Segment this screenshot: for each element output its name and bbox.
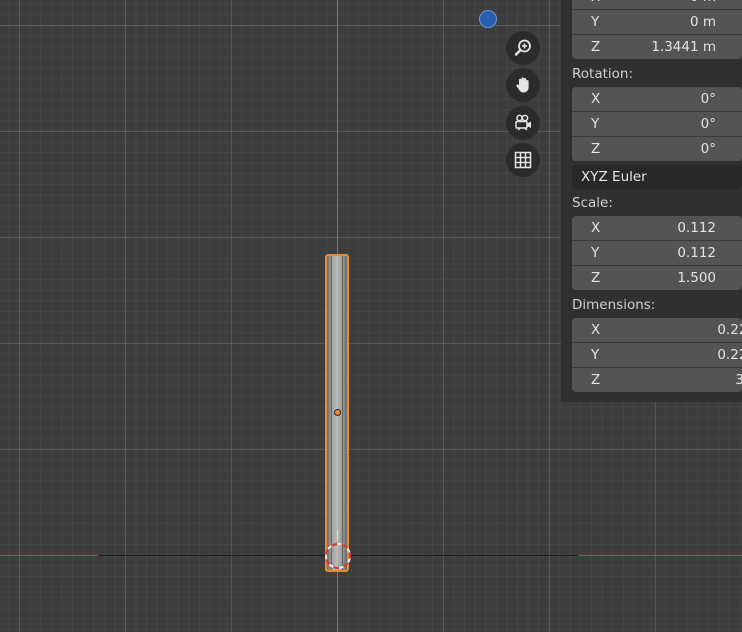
3d-cursor-tick [337, 530, 338, 540]
rotation-y-field[interactable]: Y 0° [572, 112, 742, 136]
rotation-mode-dropdown[interactable]: XYZ Euler [572, 165, 742, 189]
scale-y-field[interactable]: Y 0.112 [572, 241, 742, 265]
dimensions-y-field[interactable]: Y 0.225 [572, 343, 742, 367]
grid-icon [514, 151, 532, 169]
camera-view-button[interactable] [506, 106, 540, 140]
pan-button[interactable] [506, 68, 540, 102]
rotation-label: Rotation: [572, 66, 634, 82]
location-y-field[interactable]: Y 0 m [572, 10, 742, 34]
camera-icon [515, 114, 531, 131]
object-origin-point [334, 409, 341, 416]
scale-x-field[interactable]: X 0.112 [572, 216, 742, 240]
navigation-gizmo-z-handle[interactable] [479, 10, 497, 28]
rotation-z-field[interactable]: Z 0° [572, 137, 742, 161]
dimensions-label: Dimensions: [572, 297, 656, 313]
rotation-x-field[interactable]: X 0° [572, 87, 742, 111]
perspective-toggle-button[interactable] [506, 143, 540, 177]
pan-hand-icon [516, 77, 529, 93]
zoom-button[interactable] [506, 31, 540, 65]
location-z-field[interactable]: Z 1.3441 m [572, 35, 742, 59]
dimensions-z-field[interactable]: Z 3 [572, 368, 742, 392]
scale-z-field[interactable]: Z 1.500 [572, 266, 742, 290]
zoom-icon [514, 39, 531, 56]
dimensions-x-field[interactable]: X 0.225 [572, 318, 742, 342]
location-x-field[interactable]: X 0 m [572, 0, 742, 9]
scale-label: Scale: [572, 195, 613, 211]
